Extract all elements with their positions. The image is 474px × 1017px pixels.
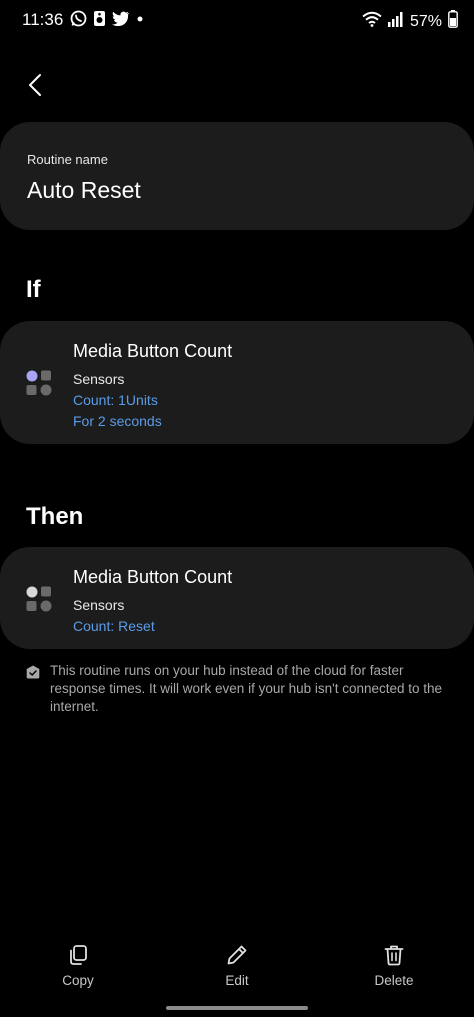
speaker-icon (93, 10, 106, 27)
copy-label: Copy (62, 973, 94, 988)
twitter-icon (112, 11, 130, 26)
system-status: 57% (362, 10, 458, 33)
then-device-name: Media Button Count (73, 567, 233, 587)
if-device-type: Sensors (73, 371, 125, 387)
if-device-detail-duration: For 2 seconds (73, 413, 162, 429)
signal-icon (387, 11, 404, 32)
if-device-name: Media Button Count (73, 341, 233, 361)
routine-name-value: Auto Reset (27, 177, 141, 203)
device-icon (26, 586, 52, 612)
delete-label: Delete (374, 973, 414, 988)
battery-level: 57% (409, 12, 442, 30)
copy-button[interactable]: Copy (33, 944, 123, 988)
pencil-icon (227, 945, 247, 965)
hub-info-note: This routine runs on your hub instead of… (26, 662, 454, 716)
then-action-card[interactable]: Media Button Count Sensors Count: Reset (0, 547, 474, 649)
delete-button[interactable]: Delete (349, 944, 439, 988)
hub-info-text: This routine runs on your hub instead of… (50, 663, 443, 714)
then-section-title: Then (26, 503, 84, 530)
routine-name-card[interactable]: Routine name Auto Reset (0, 122, 474, 230)
copy-icon (70, 945, 87, 965)
device-icon (26, 370, 52, 396)
hub-check-icon (26, 665, 40, 684)
dot-icon (136, 15, 144, 23)
status-time: 11:36 (22, 10, 64, 29)
battery-icon (448, 10, 458, 33)
chevron-left-icon (29, 74, 41, 96)
wifi-icon (362, 11, 382, 32)
routine-name-label: Routine name (27, 152, 108, 167)
notification-icons (70, 10, 144, 27)
if-device-detail-count: Count: 1Units (73, 392, 158, 408)
then-device-type: Sensors (73, 597, 125, 613)
whatsapp-icon (70, 10, 87, 27)
then-device-detail-count: Count: Reset (73, 618, 155, 634)
status-bar: 11:36 57% (0, 0, 474, 38)
if-condition-card[interactable]: Media Button Count Sensors Count: 1Units… (0, 321, 474, 444)
back-button[interactable] (18, 68, 52, 102)
edit-label: Edit (225, 973, 249, 988)
trash-icon (384, 945, 404, 966)
home-indicator[interactable] (166, 1006, 308, 1010)
if-section-title: If (26, 276, 41, 303)
edit-button[interactable]: Edit (192, 944, 282, 988)
